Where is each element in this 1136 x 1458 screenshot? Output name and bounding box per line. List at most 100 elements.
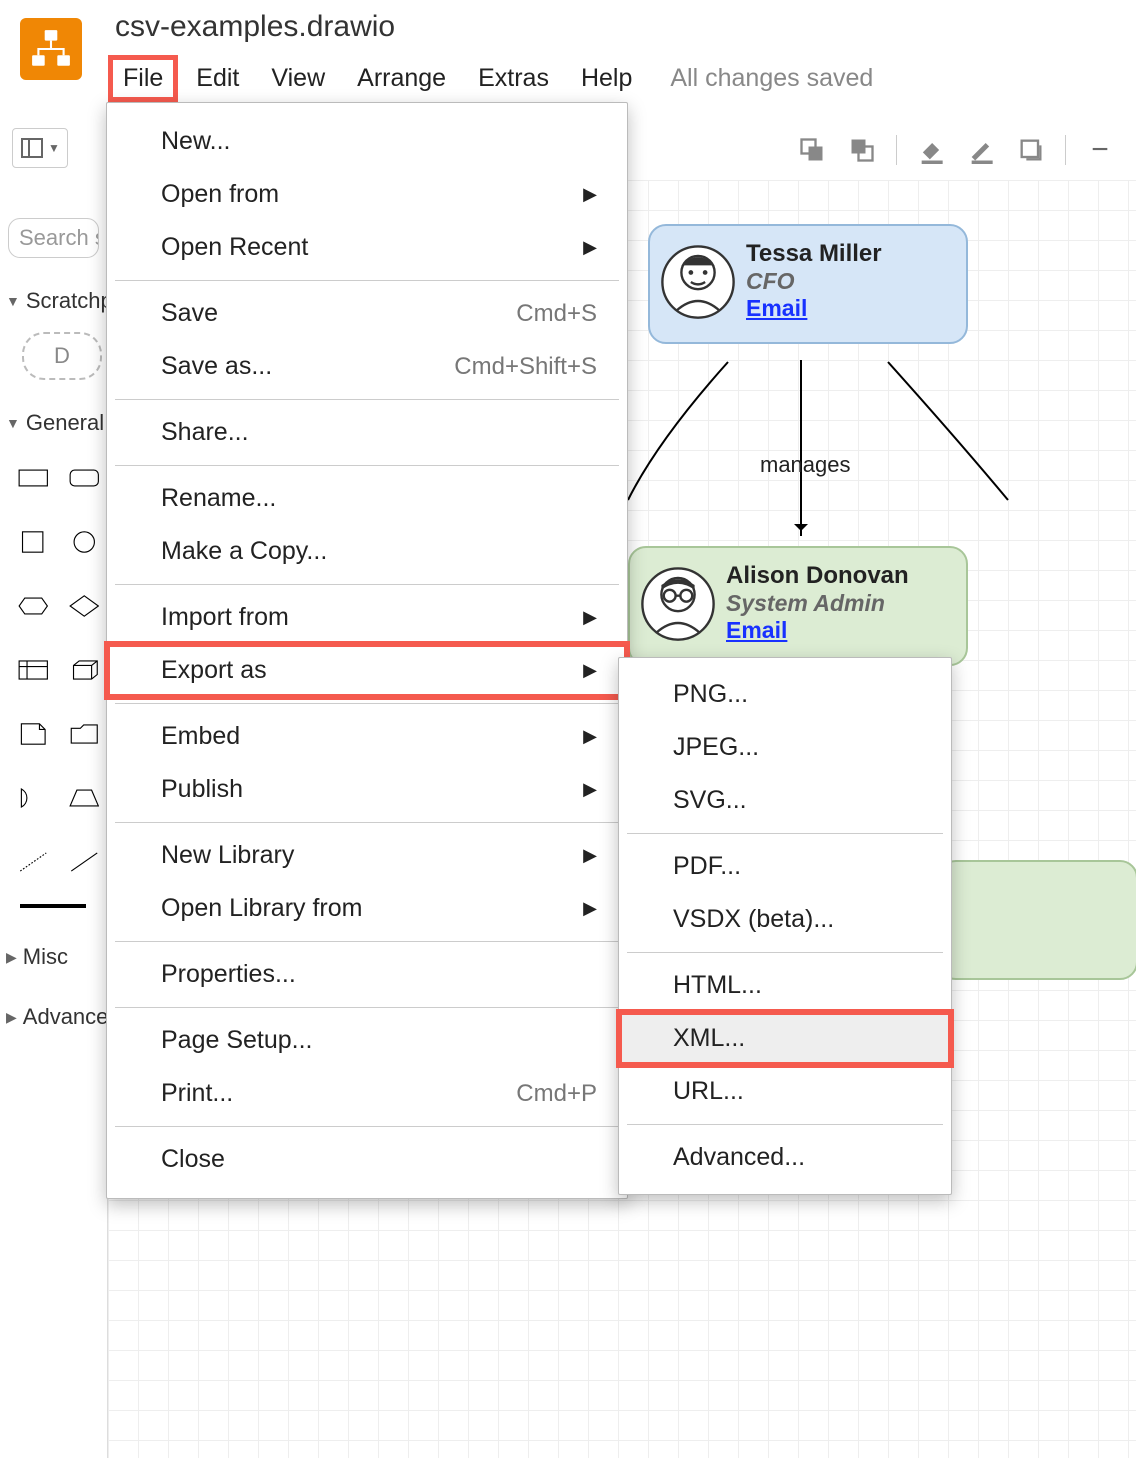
export-png[interactable]: PNG... [619,668,951,721]
menu-arrange[interactable]: Arrange [343,58,460,99]
to-front-icon[interactable] [846,134,878,166]
menu-open-library[interactable]: Open Library from▶ [107,882,627,935]
shape-halfcircle[interactable] [18,778,49,818]
section-label: Scratchpad [26,288,107,314]
export-vsdx[interactable]: VSDX (beta)... [619,893,951,946]
menu-print[interactable]: Print...Cmd+P [107,1067,627,1120]
menu-bar: File Edit View Arrange Extras Help All c… [0,54,1136,102]
shape-trapezoid[interactable] [69,778,100,818]
section-label: General [26,410,104,436]
shape-dashed-line[interactable] [18,842,49,882]
export-jpeg[interactable]: JPEG... [619,721,951,774]
menu-separator [115,280,619,281]
shadow-icon[interactable] [1015,134,1047,166]
to-back-icon[interactable] [796,134,828,166]
menu-separator [627,833,943,834]
export-url[interactable]: URL... [619,1065,951,1118]
section-scratchpad[interactable]: ▼ Scratchpad [0,284,107,318]
node-role: System Admin [726,590,948,617]
menu-make-copy[interactable]: Make a Copy... [107,525,627,578]
menu-separator [115,822,619,823]
menu-extras[interactable]: Extras [464,58,563,99]
export-pdf[interactable]: PDF... [619,840,951,893]
section-misc[interactable]: ▶ Misc [0,940,107,974]
layout-toggle-button[interactable]: ▼ [12,128,68,168]
menu-page-setup[interactable]: Page Setup... [107,1014,627,1067]
node-role: CFO [746,268,948,295]
chevron-right-icon: ▶ [583,726,597,747]
menu-new-library[interactable]: New Library▶ [107,829,627,882]
edge-label: manages [756,452,855,478]
export-as-submenu: PNG... JPEG... SVG... PDF... VSDX (beta)… [618,657,952,1195]
scratchpad-drop-area[interactable]: D [22,332,102,380]
section-general[interactable]: ▼ General [0,406,107,440]
menu-share[interactable]: Share... [107,406,627,459]
menu-separator [115,1007,619,1008]
fill-color-icon[interactable] [915,134,947,166]
node-name: Alison Donovan [726,562,948,590]
menu-close[interactable]: Close [107,1133,627,1186]
menu-export-as[interactable]: Export as▶ [107,644,627,697]
org-node-sysadmin[interactable]: Alison Donovan System Admin Email [628,546,968,666]
node-email-link[interactable]: Email [726,617,787,643]
export-svg[interactable]: SVG... [619,774,951,827]
chevron-right-icon: ▶ [583,184,597,205]
menu-save-as[interactable]: Save as...Cmd+Shift+S [107,340,627,393]
menu-new[interactable]: New... [107,115,627,168]
menu-separator [115,941,619,942]
save-status: All changes saved [670,64,873,93]
export-advanced[interactable]: Advanced... [619,1131,951,1184]
shortcut-label: Cmd+S [516,300,597,328]
shape-palette [18,458,99,882]
menu-separator [115,584,619,585]
menu-save[interactable]: SaveCmd+S [107,287,627,340]
menu-import-from[interactable]: Import from▶ [107,591,627,644]
shape-hline[interactable] [20,904,86,908]
export-xml[interactable]: XML... [619,1012,951,1065]
shape-line[interactable] [69,842,100,882]
chevron-right-icon: ▶ [583,779,597,800]
shape-folder[interactable] [69,714,100,754]
shape-hexagon[interactable] [18,586,49,626]
shape-roundrect[interactable] [69,458,100,498]
export-html[interactable]: HTML... [619,959,951,1012]
sidebar: ▼ Search shapes ▼ Scratchpad D ▼ General [0,110,108,1458]
shape-square[interactable] [18,522,49,562]
search-shapes-input[interactable]: Search shapes [8,218,99,258]
org-node-partial[interactable] [938,860,1136,980]
chevron-right-icon: ▶ [583,898,597,919]
chevron-right-icon: ▶ [583,845,597,866]
shape-table[interactable] [18,650,49,690]
menu-open-from[interactable]: Open from▶ [107,168,627,221]
shape-cube[interactable] [69,650,100,690]
caret-down-icon: ▼ [6,415,20,431]
shape-diamond[interactable] [69,586,100,626]
document-title: csv-examples.drawio [115,10,395,44]
chevron-right-icon: ▶ [583,607,597,628]
menu-edit[interactable]: Edit [182,58,253,99]
menu-open-recent[interactable]: Open Recent▶ [107,221,627,274]
minus-icon[interactable]: − [1084,134,1116,166]
chevron-right-icon: ▶ [583,660,597,681]
line-color-icon[interactable] [965,134,997,166]
caret-right-icon: ▶ [6,1009,17,1026]
app-logo [20,18,82,80]
org-node-cfo[interactable]: Tessa Miller CFO Email [648,224,968,344]
section-advanced[interactable]: ▶ Advanced [0,1000,107,1034]
menu-file[interactable]: File [108,55,178,102]
menu-embed[interactable]: Embed▶ [107,710,627,763]
shape-note[interactable] [18,714,49,754]
toolbar-separator [1065,135,1066,165]
avatar-icon [660,244,736,320]
section-label: Misc [23,944,68,970]
menu-properties[interactable]: Properties... [107,948,627,1001]
menu-help[interactable]: Help [567,58,646,99]
shape-rect[interactable] [18,458,49,498]
caret-down-icon: ▼ [6,293,20,309]
menu-rename[interactable]: Rename... [107,472,627,525]
shape-circle[interactable] [69,522,100,562]
node-email-link[interactable]: Email [746,295,807,321]
file-menu-dropdown: New... Open from▶ Open Recent▶ SaveCmd+S… [106,102,628,1199]
menu-view[interactable]: View [257,58,339,99]
menu-publish[interactable]: Publish▶ [107,763,627,816]
